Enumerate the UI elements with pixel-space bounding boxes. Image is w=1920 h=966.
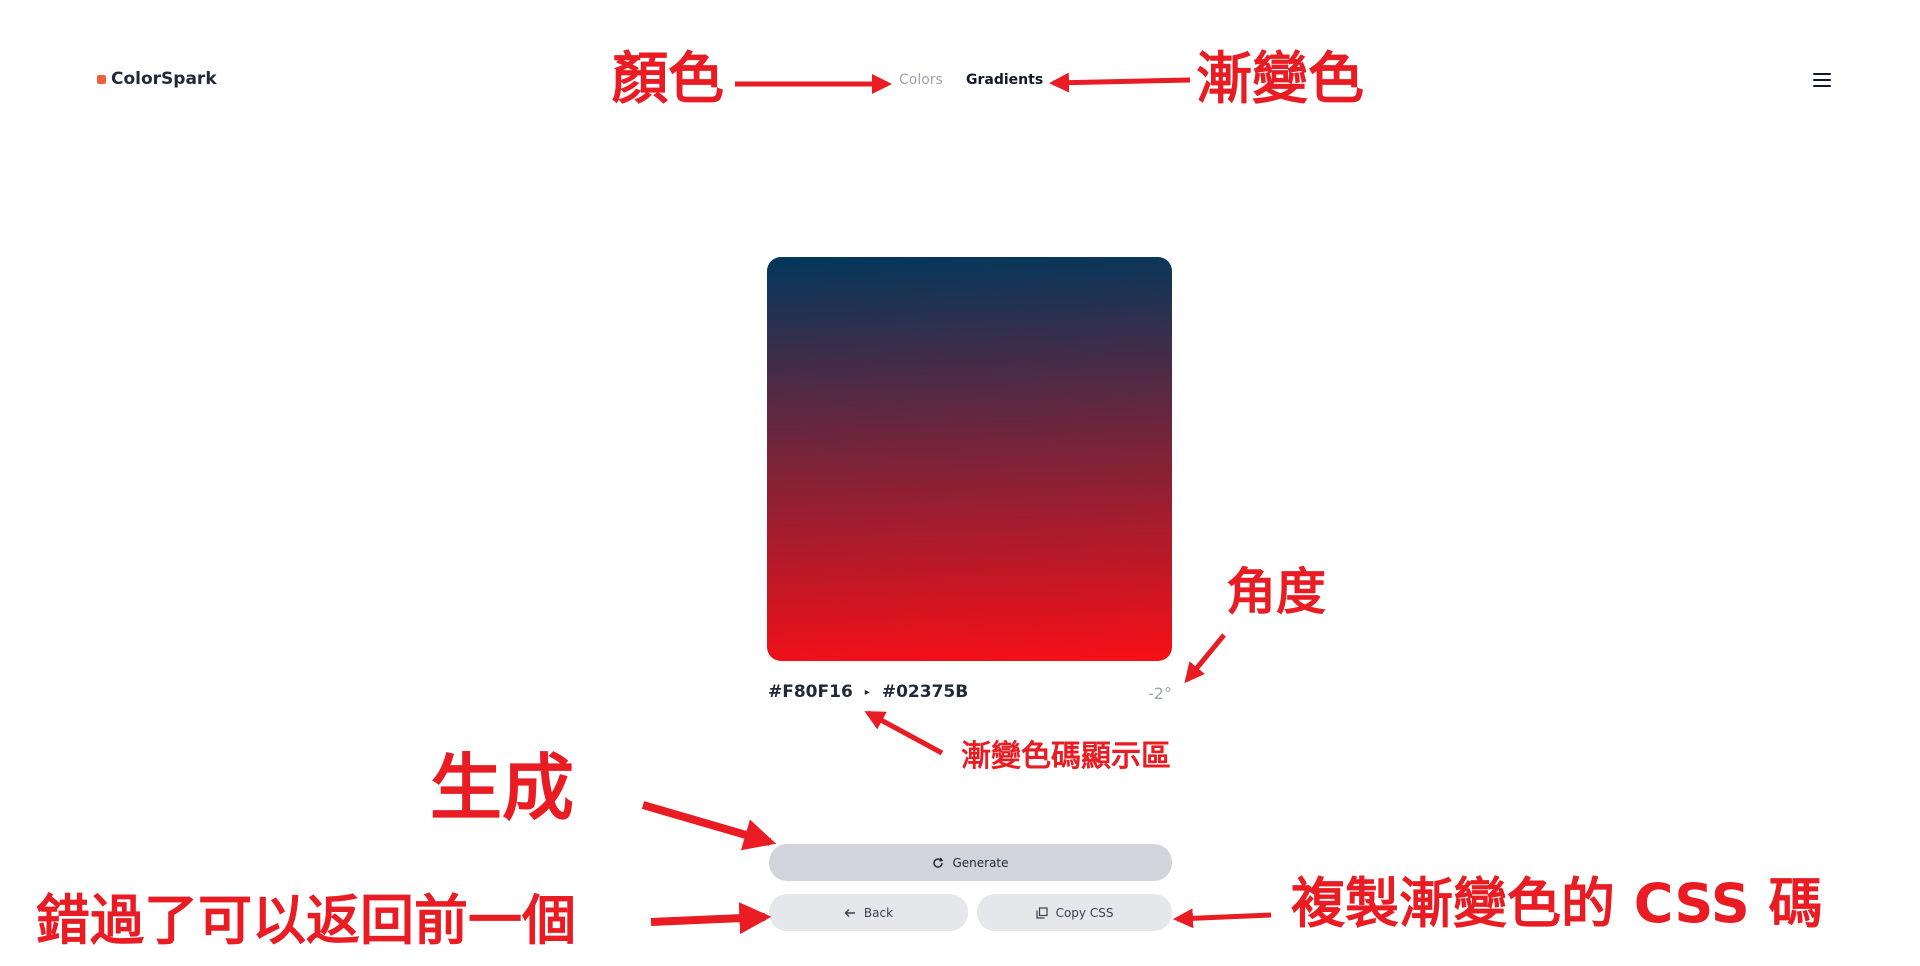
annotation-copy-css: 複製漸變色的 CSS 碼 [1291,872,1823,935]
gradient-preview [767,257,1172,661]
annotation-back: 錯過了可以返回前一個 [36,889,576,952]
gradient-start-code[interactable]: #F80F16 [768,682,853,702]
copy-css-button-label: Copy CSS [1055,905,1114,920]
arrow-to-gradients [1049,72,1191,93]
back-button-label: Back [863,905,894,920]
gradient-angle: -2° [1148,684,1172,703]
arrow-to-back [650,902,772,935]
back-button[interactable]: Back [769,894,968,931]
generate-button-label: Generate [952,855,1009,870]
copy-icon [1035,906,1048,919]
play-arrow-icon: ▸ [864,686,870,698]
annotation-generate: 生成 [430,746,575,830]
hamburger-menu-icon[interactable] [1813,73,1831,87]
gradient-code-display: #F80F16 ▸ #02375B [768,682,968,702]
arrow-to-angle [1184,633,1226,684]
logo-mark-icon [97,74,106,84]
page: ColorSpark Colors Gradients #F80F16 ▸ #0… [0,0,1920,966]
arrow-left-icon [844,908,855,917]
nav-gradients-link[interactable]: Gradients [966,72,1043,88]
logo[interactable]: ColorSpark [97,69,217,89]
annotation-colors: 顏色 [612,47,724,112]
arrow-to-generate [641,801,777,851]
refresh-icon [933,857,944,868]
gradient-end-code[interactable]: #02375B [882,682,968,702]
copy-css-button[interactable]: Copy CSS [977,894,1172,931]
logo-text: ColorSpark [111,69,217,89]
arrow-to-code-area [864,710,944,756]
annotation-gradients: 漸變色 [1196,47,1364,112]
nav-colors-link[interactable]: Colors [899,72,943,88]
arrow-to-copy-css [1173,908,1272,929]
generate-button[interactable]: Generate [769,844,1172,881]
annotation-angle: 角度 [1226,563,1326,621]
annotation-code-area: 漸變色碼顯示區 [961,739,1171,774]
